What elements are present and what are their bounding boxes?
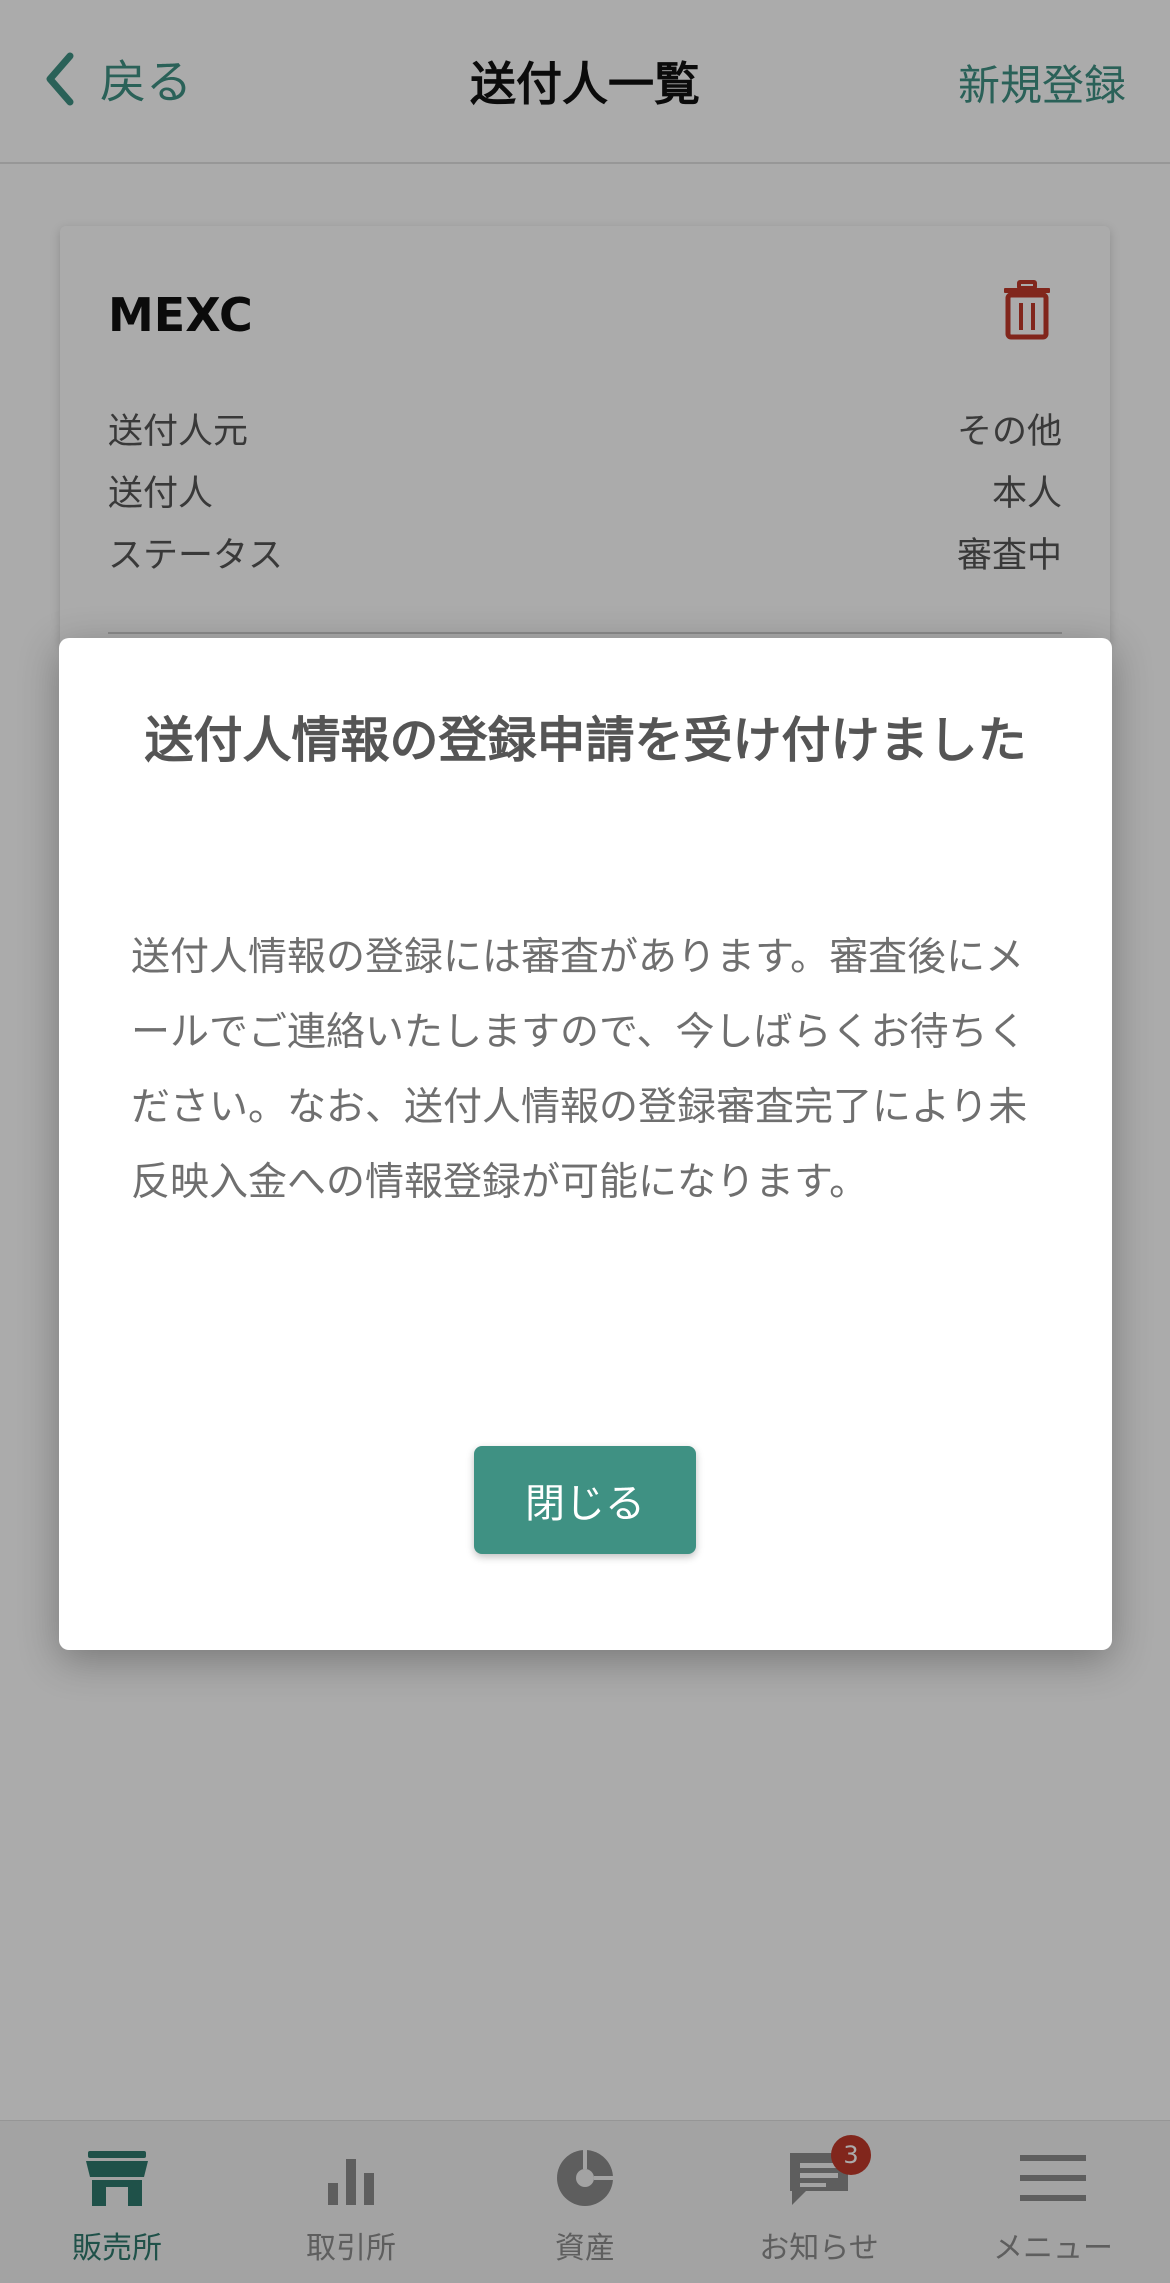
close-button[interactable]: 閉じる <box>474 1446 696 1554</box>
confirmation-dialog: 送付人情報の登録申請を受け付けました 送付人情報の登録には審査があります。審査後… <box>59 638 1112 1650</box>
dialog-title: 送付人情報の登録申請を受け付けました <box>144 712 1027 769</box>
dialog-message: 送付人情報の登録には審査があります。審査後にメールでご連絡いたしますので、今しば… <box>131 935 1028 1205</box>
